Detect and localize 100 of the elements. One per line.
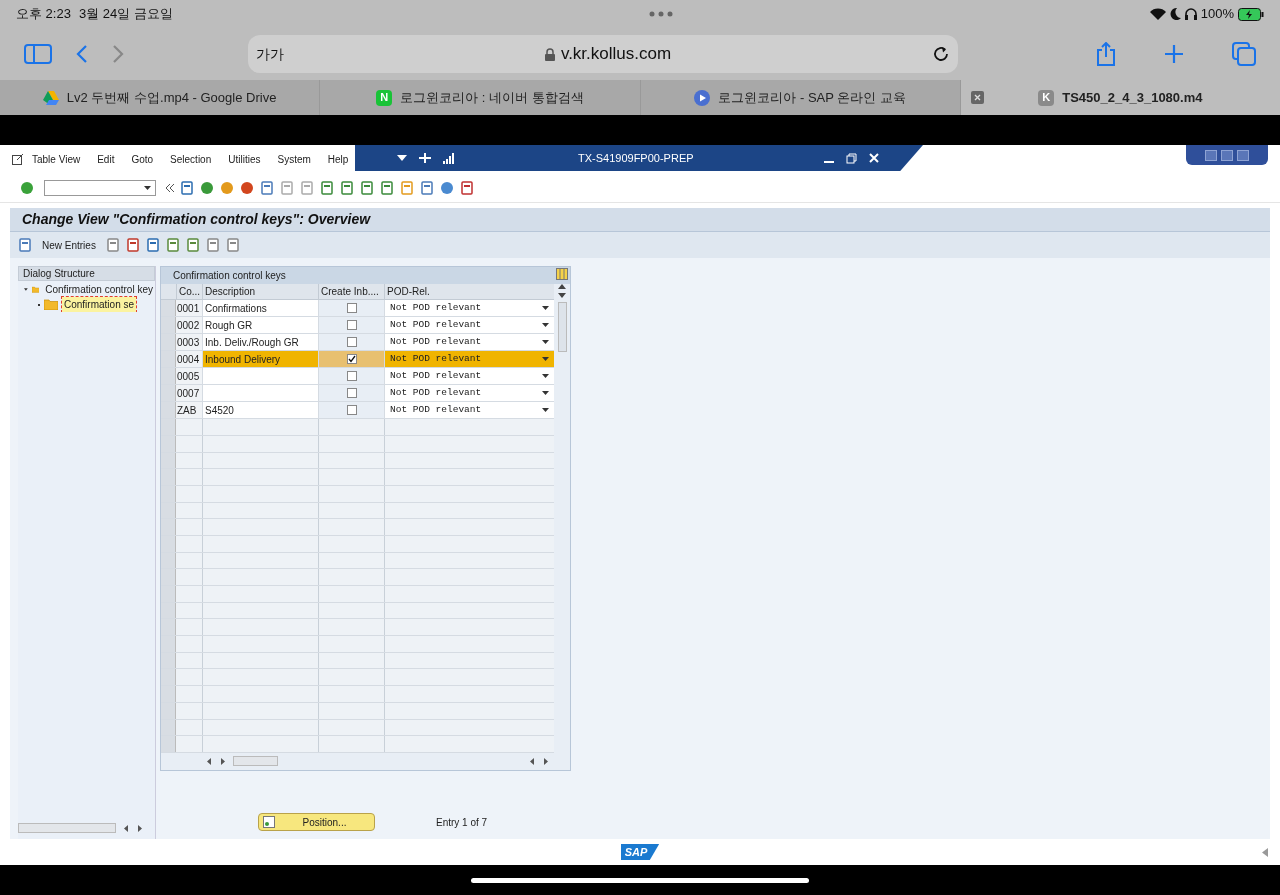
menu-item[interactable]: Edit	[97, 152, 115, 167]
menu-icon[interactable]	[12, 154, 24, 165]
table-row[interactable]: ZAB S4520 Not POD relevant	[161, 402, 554, 420]
scroll-arrows-icon[interactable]	[124, 824, 142, 832]
table-cell: 0003	[176, 334, 202, 351]
status-date: 3월 24일 금요일	[78, 5, 173, 24]
menu-item[interactable]: Goto	[131, 152, 154, 167]
system-title: TX-S41909FP00-PREP	[578, 150, 694, 166]
wifi-icon	[1149, 8, 1166, 20]
table-row[interactable]: 0007 Not POD relevant	[161, 385, 554, 403]
checkbox[interactable]	[346, 303, 357, 314]
table-cell: 0007	[176, 385, 202, 402]
table-cell: 0001	[176, 300, 202, 317]
tree-item[interactable]: Confirmation control key	[43, 282, 155, 297]
more-icon[interactable]	[649, 11, 674, 17]
column-header[interactable]: Create Inb....	[318, 284, 384, 300]
caret-down-icon[interactable]	[24, 286, 28, 293]
browser-tab[interactable]: K TS450_2_4_3_1080.m4	[960, 80, 1280, 115]
minimize-icon[interactable]	[823, 160, 834, 164]
pin-icon[interactable]	[419, 153, 431, 163]
scroll-down-icon[interactable]	[558, 293, 566, 299]
tabs-icon[interactable]	[1232, 42, 1256, 66]
folder-icon	[44, 299, 58, 310]
checkbox[interactable]	[346, 320, 357, 331]
dropdown-field[interactable]: Not POD relevant	[384, 317, 554, 334]
menu-item[interactable]: System	[277, 152, 311, 167]
check-icon	[347, 355, 356, 364]
signal-icon	[443, 152, 455, 164]
menu-item[interactable]: Utilities	[228, 152, 261, 167]
tree-item[interactable]: Confirmation se	[62, 297, 137, 312]
headphones-icon	[1184, 8, 1197, 20]
checkbox[interactable]	[346, 405, 357, 416]
column-header[interactable]: Co...	[176, 284, 202, 300]
table-cell: 0004	[176, 351, 202, 368]
checkbox[interactable]	[346, 354, 357, 365]
menu-item[interactable]: Selection	[170, 152, 212, 167]
scroll-arrows-icon[interactable]	[207, 757, 225, 765]
reload-icon[interactable]	[932, 45, 950, 63]
dropdown-icon[interactable]	[542, 306, 549, 311]
tab-title: TS450_2_4_3_1080.m4	[1062, 88, 1203, 107]
dropdown-icon[interactable]	[542, 323, 549, 328]
dropdown-icon[interactable]	[542, 340, 549, 345]
text-size-button[interactable]: 가가	[256, 43, 284, 65]
share-icon[interactable]	[1096, 42, 1116, 66]
menu-item[interactable]: Help	[327, 152, 349, 167]
battery-percent: 100%	[1200, 5, 1234, 24]
command-field[interactable]	[44, 179, 156, 196]
dropdown-field[interactable]: Not POD relevant	[384, 351, 554, 368]
close-icon[interactable]	[970, 91, 984, 104]
entry-info: Entry 1 of 7	[436, 815, 488, 830]
restore-icon[interactable]	[1221, 149, 1233, 161]
column-header[interactable]: Description	[202, 284, 318, 300]
checkbox[interactable]	[346, 337, 357, 348]
table-cell: ZAB	[176, 402, 202, 419]
tab-title: 로그윈코리아 : 네이버 통합검색	[400, 88, 584, 107]
dropdown-icon[interactable]	[397, 155, 407, 161]
scrollbar-thumb[interactable]	[18, 823, 116, 833]
dropdown-icon[interactable]	[542, 374, 549, 379]
scrollbar-thumb[interactable]	[557, 302, 567, 353]
folder-icon	[31, 284, 40, 295]
table-row[interactable]: 0003 Inb. Deliv./Rough GR Not POD relevant	[161, 334, 554, 352]
dropdown-field[interactable]: Not POD relevant	[384, 385, 554, 402]
scrollbar-thumb[interactable]	[233, 756, 278, 767]
home-indicator[interactable]	[471, 877, 809, 883]
dropdown-field[interactable]: Not POD relevant	[384, 402, 554, 419]
plus-icon[interactable]	[1164, 44, 1184, 64]
enter-icon[interactable]	[20, 180, 34, 195]
table-row[interactable]: 0004 Inbound Delivery Not POD relevant	[161, 351, 554, 369]
table-row[interactable]: 0002 Rough GR Not POD relevant	[161, 317, 554, 335]
position-button[interactable]: Position...	[258, 813, 375, 831]
tab-title: 로그윈코리아 - SAP 온라인 교육	[718, 88, 906, 107]
lock-icon	[544, 47, 555, 61]
dropdown-icon[interactable]	[542, 357, 549, 362]
dropdown-field[interactable]: Not POD relevant	[384, 368, 554, 385]
save-icon[interactable]	[180, 180, 194, 195]
collapse-icon[interactable]	[166, 183, 174, 192]
dropdown-icon[interactable]	[542, 391, 549, 396]
forward-icon[interactable]	[112, 44, 124, 64]
dropdown-icon[interactable]	[542, 408, 549, 413]
restore-icon[interactable]	[845, 152, 857, 164]
sidebar-icon[interactable]	[24, 44, 52, 64]
checkbox[interactable]	[346, 388, 357, 399]
screen-title: Change View "Confirmation control keys": Overview	[22, 210, 371, 229]
dropdown-field[interactable]: Not POD relevant	[384, 334, 554, 351]
menu-item[interactable]: Table View	[32, 152, 81, 167]
url-text: v.kr.kollus.com	[560, 43, 672, 66]
table-row[interactable]: 0005 Not POD relevant	[161, 368, 554, 386]
play-icon	[694, 89, 711, 106]
column-header[interactable]: POD-Rel.	[384, 284, 554, 300]
tab-favicon: K	[1038, 89, 1055, 106]
tab-title: Lv2 두번째 수업.mp4 - Google Drive	[66, 88, 277, 107]
table-row[interactable]: 0001 Confirmations Not POD relevant	[161, 300, 554, 318]
dropdown-field[interactable]: Not POD relevant	[384, 300, 554, 317]
address-bar[interactable]: 가가 v.kr.kollus.com	[248, 35, 958, 73]
position-icon	[263, 816, 275, 828]
new-entries-button[interactable]: New Entries	[38, 237, 100, 253]
dropdown-icon[interactable]	[144, 185, 151, 190]
drive-icon	[42, 90, 59, 105]
scroll-arrows-icon[interactable]	[530, 757, 548, 765]
checkbox[interactable]	[346, 371, 357, 382]
